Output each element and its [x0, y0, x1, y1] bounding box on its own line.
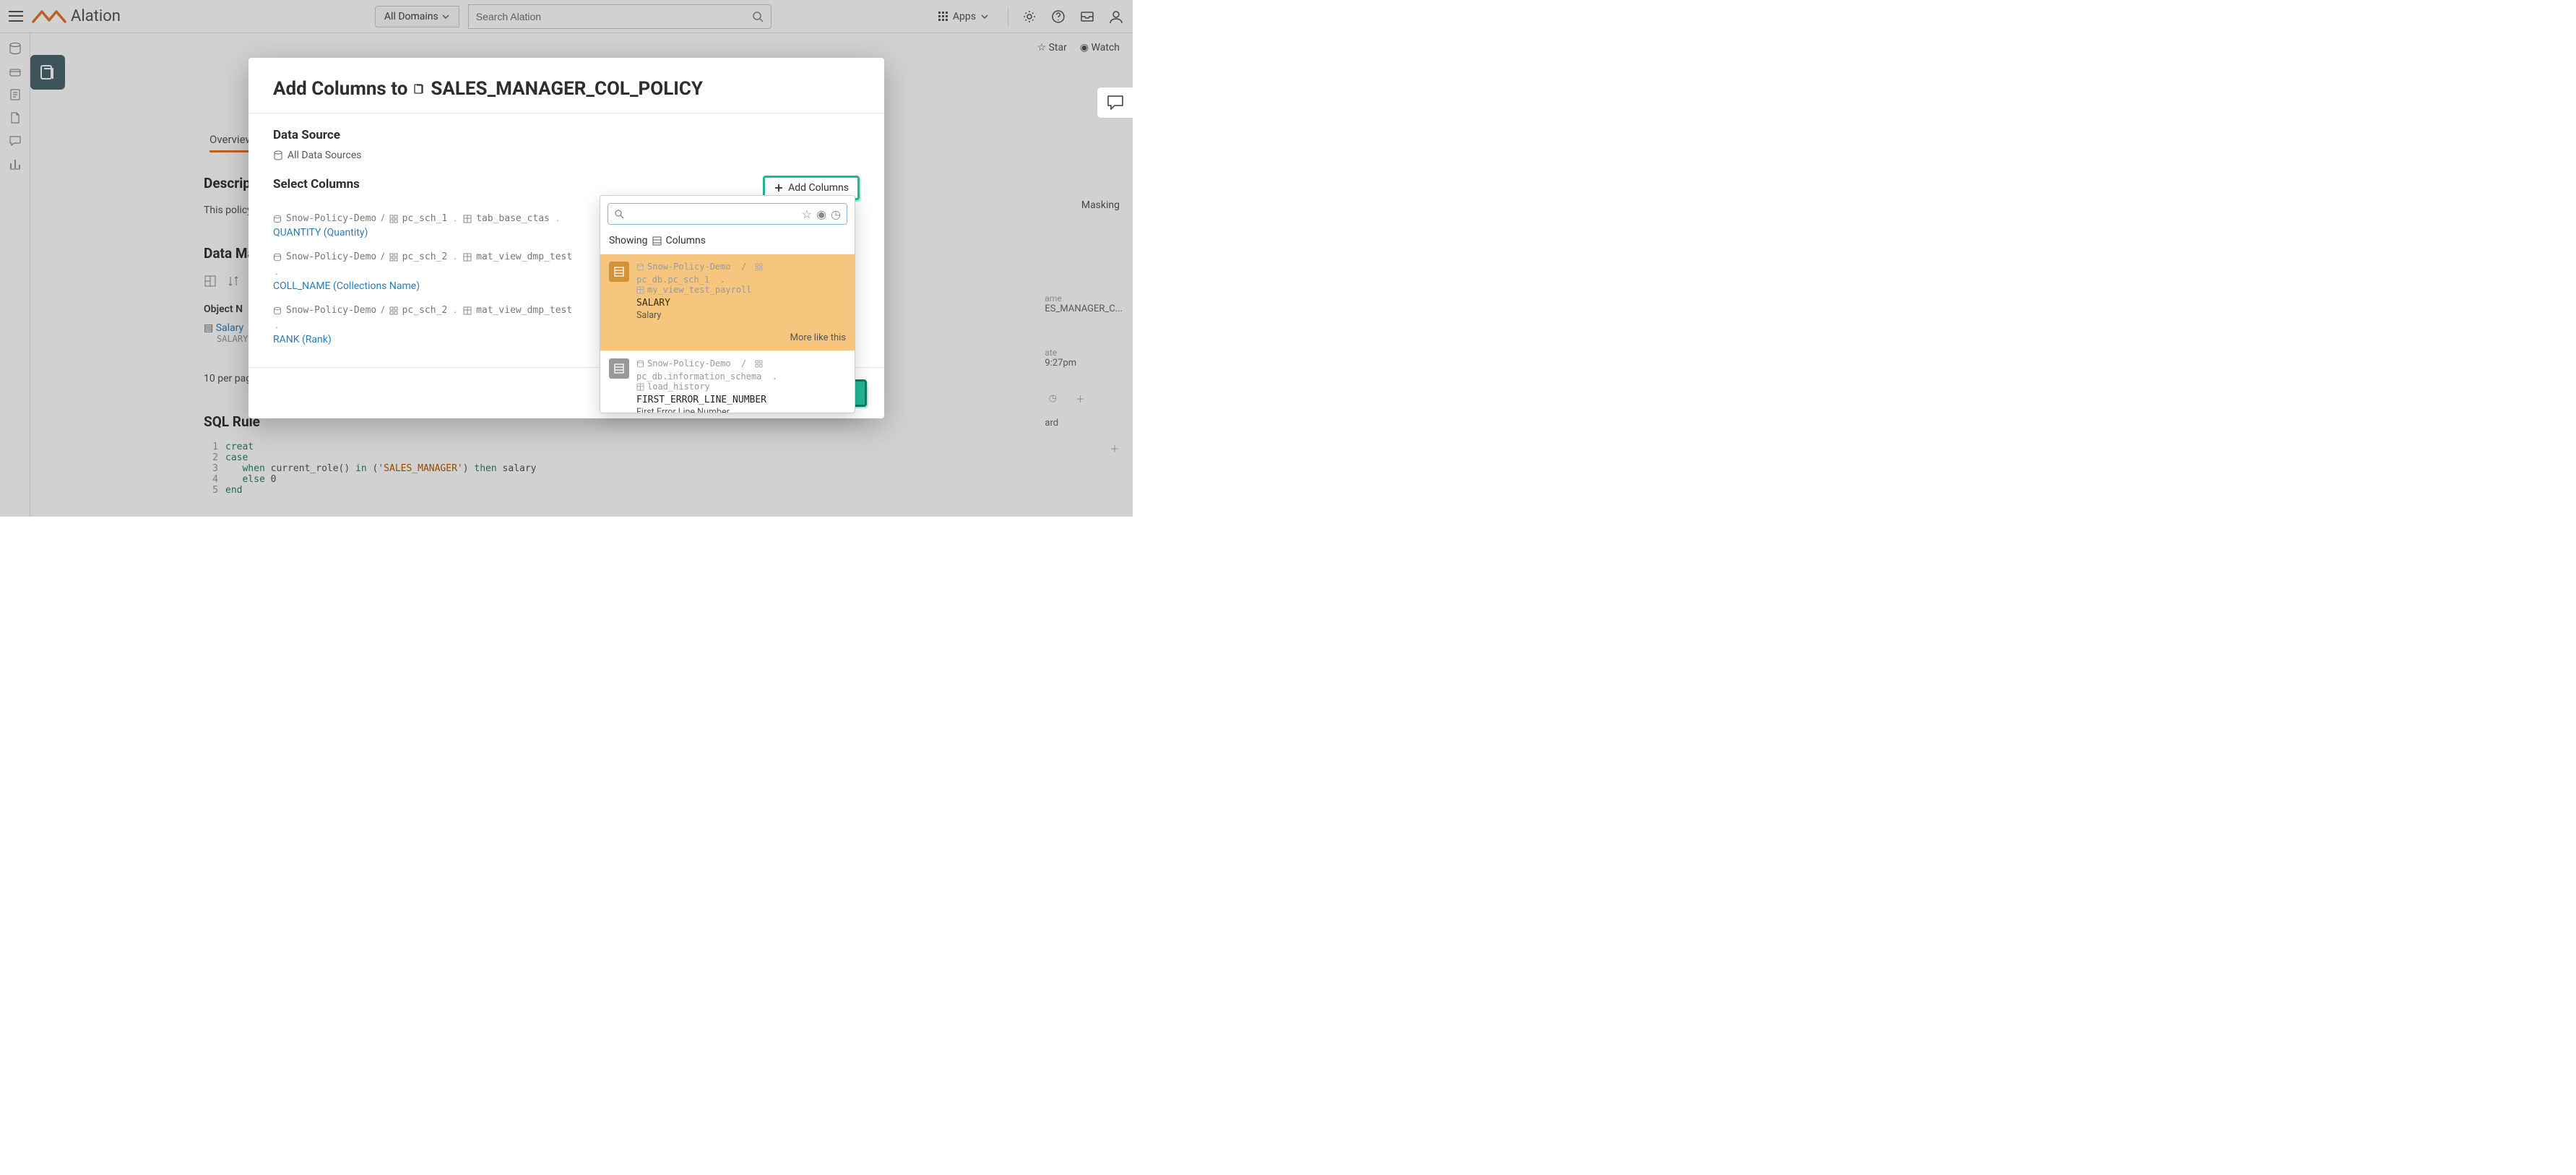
schema-icon	[755, 360, 763, 368]
column-breadcrumb: Snow-Policy-Demo / pc_sch_2 . mat_view_d…	[273, 305, 576, 331]
dropdown-result-item[interactable]: Snow-Policy-Demo / pc_db.information_sch…	[600, 350, 855, 413]
column-link[interactable]: COLL_NAME (Collections Name)	[273, 280, 420, 292]
schema-icon	[389, 215, 398, 223]
add-icon[interactable]: ＋	[1107, 440, 1123, 456]
column-result-icon	[609, 262, 629, 282]
data-source-heading: Data Source	[273, 128, 860, 142]
dropdown-search-input[interactable]	[630, 209, 796, 220]
table-icon	[463, 215, 472, 223]
modal-title: Add Columns to SALES_MANAGER_COL_POLICY	[273, 78, 860, 100]
column-link[interactable]: RANK (Rank)	[273, 334, 332, 345]
select-columns-heading: Select Columns	[273, 177, 360, 191]
table-icon	[636, 383, 644, 391]
side-metadata: ameES_MANAGER_C... ate9:27pm ◷ ＋ ard ＋	[1045, 293, 1123, 468]
selected-columns-list: Snow-Policy-Demo / pc_sch_1 . tab_base_c…	[273, 213, 576, 345]
dropdown-showing-label: Showing Columns	[600, 232, 855, 254]
dropdown-results-list: Snow-Policy-Demo / pc_db.pc_sch_1 . my_v…	[600, 254, 855, 413]
clock-icon[interactable]: ◷	[1045, 390, 1060, 406]
database-icon	[273, 215, 282, 223]
selected-column-item: Snow-Policy-Demo / pc_sch_2 . mat_view_d…	[273, 251, 576, 292]
add-icon[interactable]: ＋	[1072, 390, 1088, 406]
star-filter-icon[interactable]: ☆	[802, 207, 812, 221]
database-icon	[636, 360, 644, 368]
search-icon	[614, 209, 624, 219]
table-icon	[463, 253, 472, 262]
data-source-value: All Data Sources	[273, 150, 860, 161]
modal-header: Add Columns to SALES_MANAGER_COL_POLICY	[248, 58, 884, 113]
schema-icon	[755, 263, 763, 271]
table-icon	[463, 306, 472, 315]
chat-tab[interactable]	[1097, 87, 1133, 119]
selected-column-item: Snow-Policy-Demo / pc_sch_1 . tab_base_c…	[273, 213, 576, 238]
dropdown-filter-icons: ☆ ◉ ◷	[802, 207, 841, 221]
plus-icon	[774, 183, 784, 193]
schema-icon	[389, 253, 398, 262]
selected-column-item: Snow-Policy-Demo / pc_sch_2 . mat_view_d…	[273, 305, 576, 345]
column-icon	[652, 236, 662, 246]
dropdown-result-content: Snow-Policy-Demo / pc_db.pc_sch_1 . my_v…	[636, 262, 846, 321]
column-search-dropdown: ☆ ◉ ◷ Showing Columns Snow-Policy-Demo /…	[600, 195, 855, 413]
column-result-icon	[609, 358, 629, 379]
dropdown-search[interactable]: ☆ ◉ ◷	[608, 203, 847, 225]
clock-filter-icon[interactable]: ◷	[831, 207, 841, 221]
database-icon	[273, 253, 282, 262]
column-link[interactable]: QUANTITY (Quantity)	[273, 227, 368, 238]
database-icon	[273, 150, 283, 160]
chat-icon	[1106, 93, 1125, 112]
more-like-this-link[interactable]: More like this	[600, 328, 855, 350]
dropdown-result-content: Snow-Policy-Demo / pc_db.information_sch…	[636, 358, 846, 413]
eye-filter-icon[interactable]: ◉	[816, 207, 826, 221]
column-breadcrumb: Snow-Policy-Demo / pc_sch_1 . tab_base_c…	[273, 213, 576, 224]
database-icon	[636, 263, 644, 271]
schema-icon	[389, 306, 398, 315]
database-icon	[273, 306, 282, 315]
table-icon	[636, 286, 644, 294]
policy-icon	[413, 83, 425, 95]
column-breadcrumb: Snow-Policy-Demo / pc_sch_2 . mat_view_d…	[273, 251, 576, 277]
dropdown-result-item[interactable]: Snow-Policy-Demo / pc_db.pc_sch_1 . my_v…	[600, 254, 855, 328]
